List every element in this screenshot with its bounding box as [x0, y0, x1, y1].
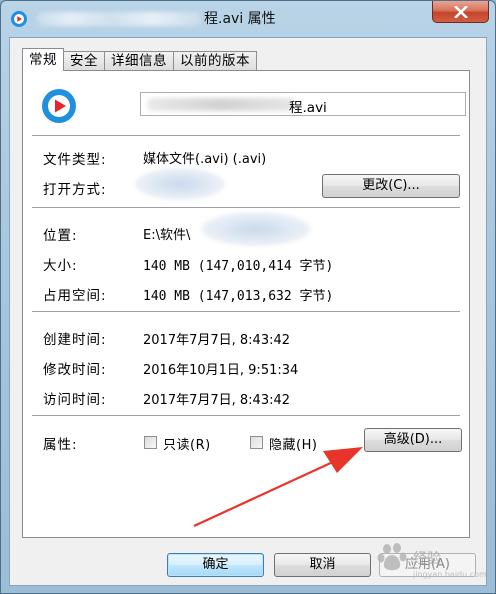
cancel-button[interactable]: 取消 — [274, 553, 371, 577]
video-player-icon — [11, 11, 27, 27]
size-label: 大小: — [43, 258, 78, 274]
watermark-logo: 经验 jingyan.baidu.com — [373, 541, 491, 581]
filename-field[interactable]: 程.avi — [140, 92, 466, 116]
redacted-filename — [37, 12, 202, 26]
change-button[interactable]: 更改(C)... — [322, 174, 460, 198]
location-label: 位置: — [43, 228, 78, 244]
created-label: 创建时间: — [43, 332, 107, 348]
modified-value: 2016年10月1日, 9:51:34 — [143, 363, 299, 378]
divider — [32, 415, 460, 416]
ok-button[interactable]: 确定 — [167, 553, 264, 577]
hidden-checkbox[interactable] — [250, 436, 263, 449]
video-file-icon — [42, 89, 76, 123]
accessed-value: 2017年7月7日, 8:43:42 — [143, 393, 291, 408]
divider — [32, 135, 460, 136]
tab-strip: 常规 安全 详细信息 以前的版本 — [22, 48, 257, 71]
accessed-label: 访问时间: — [43, 392, 107, 408]
divider — [32, 207, 460, 208]
redacted-app — [135, 168, 225, 200]
size-on-disk-value: 140 MB (147,013,632 字节) — [143, 289, 334, 304]
tab-previous-versions[interactable]: 以前的版本 — [173, 51, 257, 71]
attributes-label: 属性: — [43, 437, 78, 453]
redacted-filename-field — [147, 98, 295, 111]
redacted-path — [201, 212, 311, 246]
size-value: 140 MB (147,010,414 字节) — [143, 259, 334, 274]
advanced-button[interactable]: 高级(D)... — [364, 428, 462, 452]
tab-general[interactable]: 常规 — [22, 48, 64, 71]
readonly-label[interactable]: 只读(R) — [163, 434, 211, 453]
general-panel: 程.avi 文件类型: 媒体文件(.avi) (.avi) 打开方式: 更改(C… — [22, 70, 470, 538]
location-value: E:\软件\ — [143, 228, 191, 243]
tab-security[interactable]: 安全 — [63, 51, 105, 71]
divider — [32, 311, 460, 312]
svg-text:经验: 经验 — [413, 551, 441, 567]
window-title-suffix: 程.avi 属性 — [204, 11, 276, 27]
svg-text:jingyan.baidu.com: jingyan.baidu.com — [412, 570, 487, 579]
modified-label: 修改时间: — [43, 362, 107, 378]
close-button[interactable] — [432, 1, 489, 23]
tab-details[interactable]: 详细信息 — [104, 51, 174, 71]
file-type-label: 文件类型: — [43, 152, 107, 168]
baidu-paw-icon: 经验 jingyan.baidu.com — [377, 543, 487, 579]
filename-visible-text: 程.avi — [289, 100, 327, 116]
file-type-value: 媒体文件(.avi) (.avi) — [143, 152, 267, 167]
opens-with-label: 打开方式: — [43, 182, 107, 198]
properties-window: 程.avi 属性 常规 安全 详细信息 以前的版本 程.avi 文件类型: 媒体… — [0, 0, 496, 594]
created-value: 2017年7月7日, 8:43:42 — [143, 333, 291, 348]
title-bar[interactable]: 程.avi 属性 — [1, 1, 495, 37]
close-icon — [453, 5, 468, 18]
window-title: 程.avi 属性 — [37, 9, 276, 29]
dialog-client: 常规 安全 详细信息 以前的版本 程.avi 文件类型: 媒体文件(.avi) … — [9, 37, 487, 586]
hidden-label[interactable]: 隐藏(H) — [269, 434, 317, 453]
readonly-checkbox[interactable] — [144, 436, 157, 449]
size-on-disk-label: 占用空间: — [43, 288, 107, 304]
